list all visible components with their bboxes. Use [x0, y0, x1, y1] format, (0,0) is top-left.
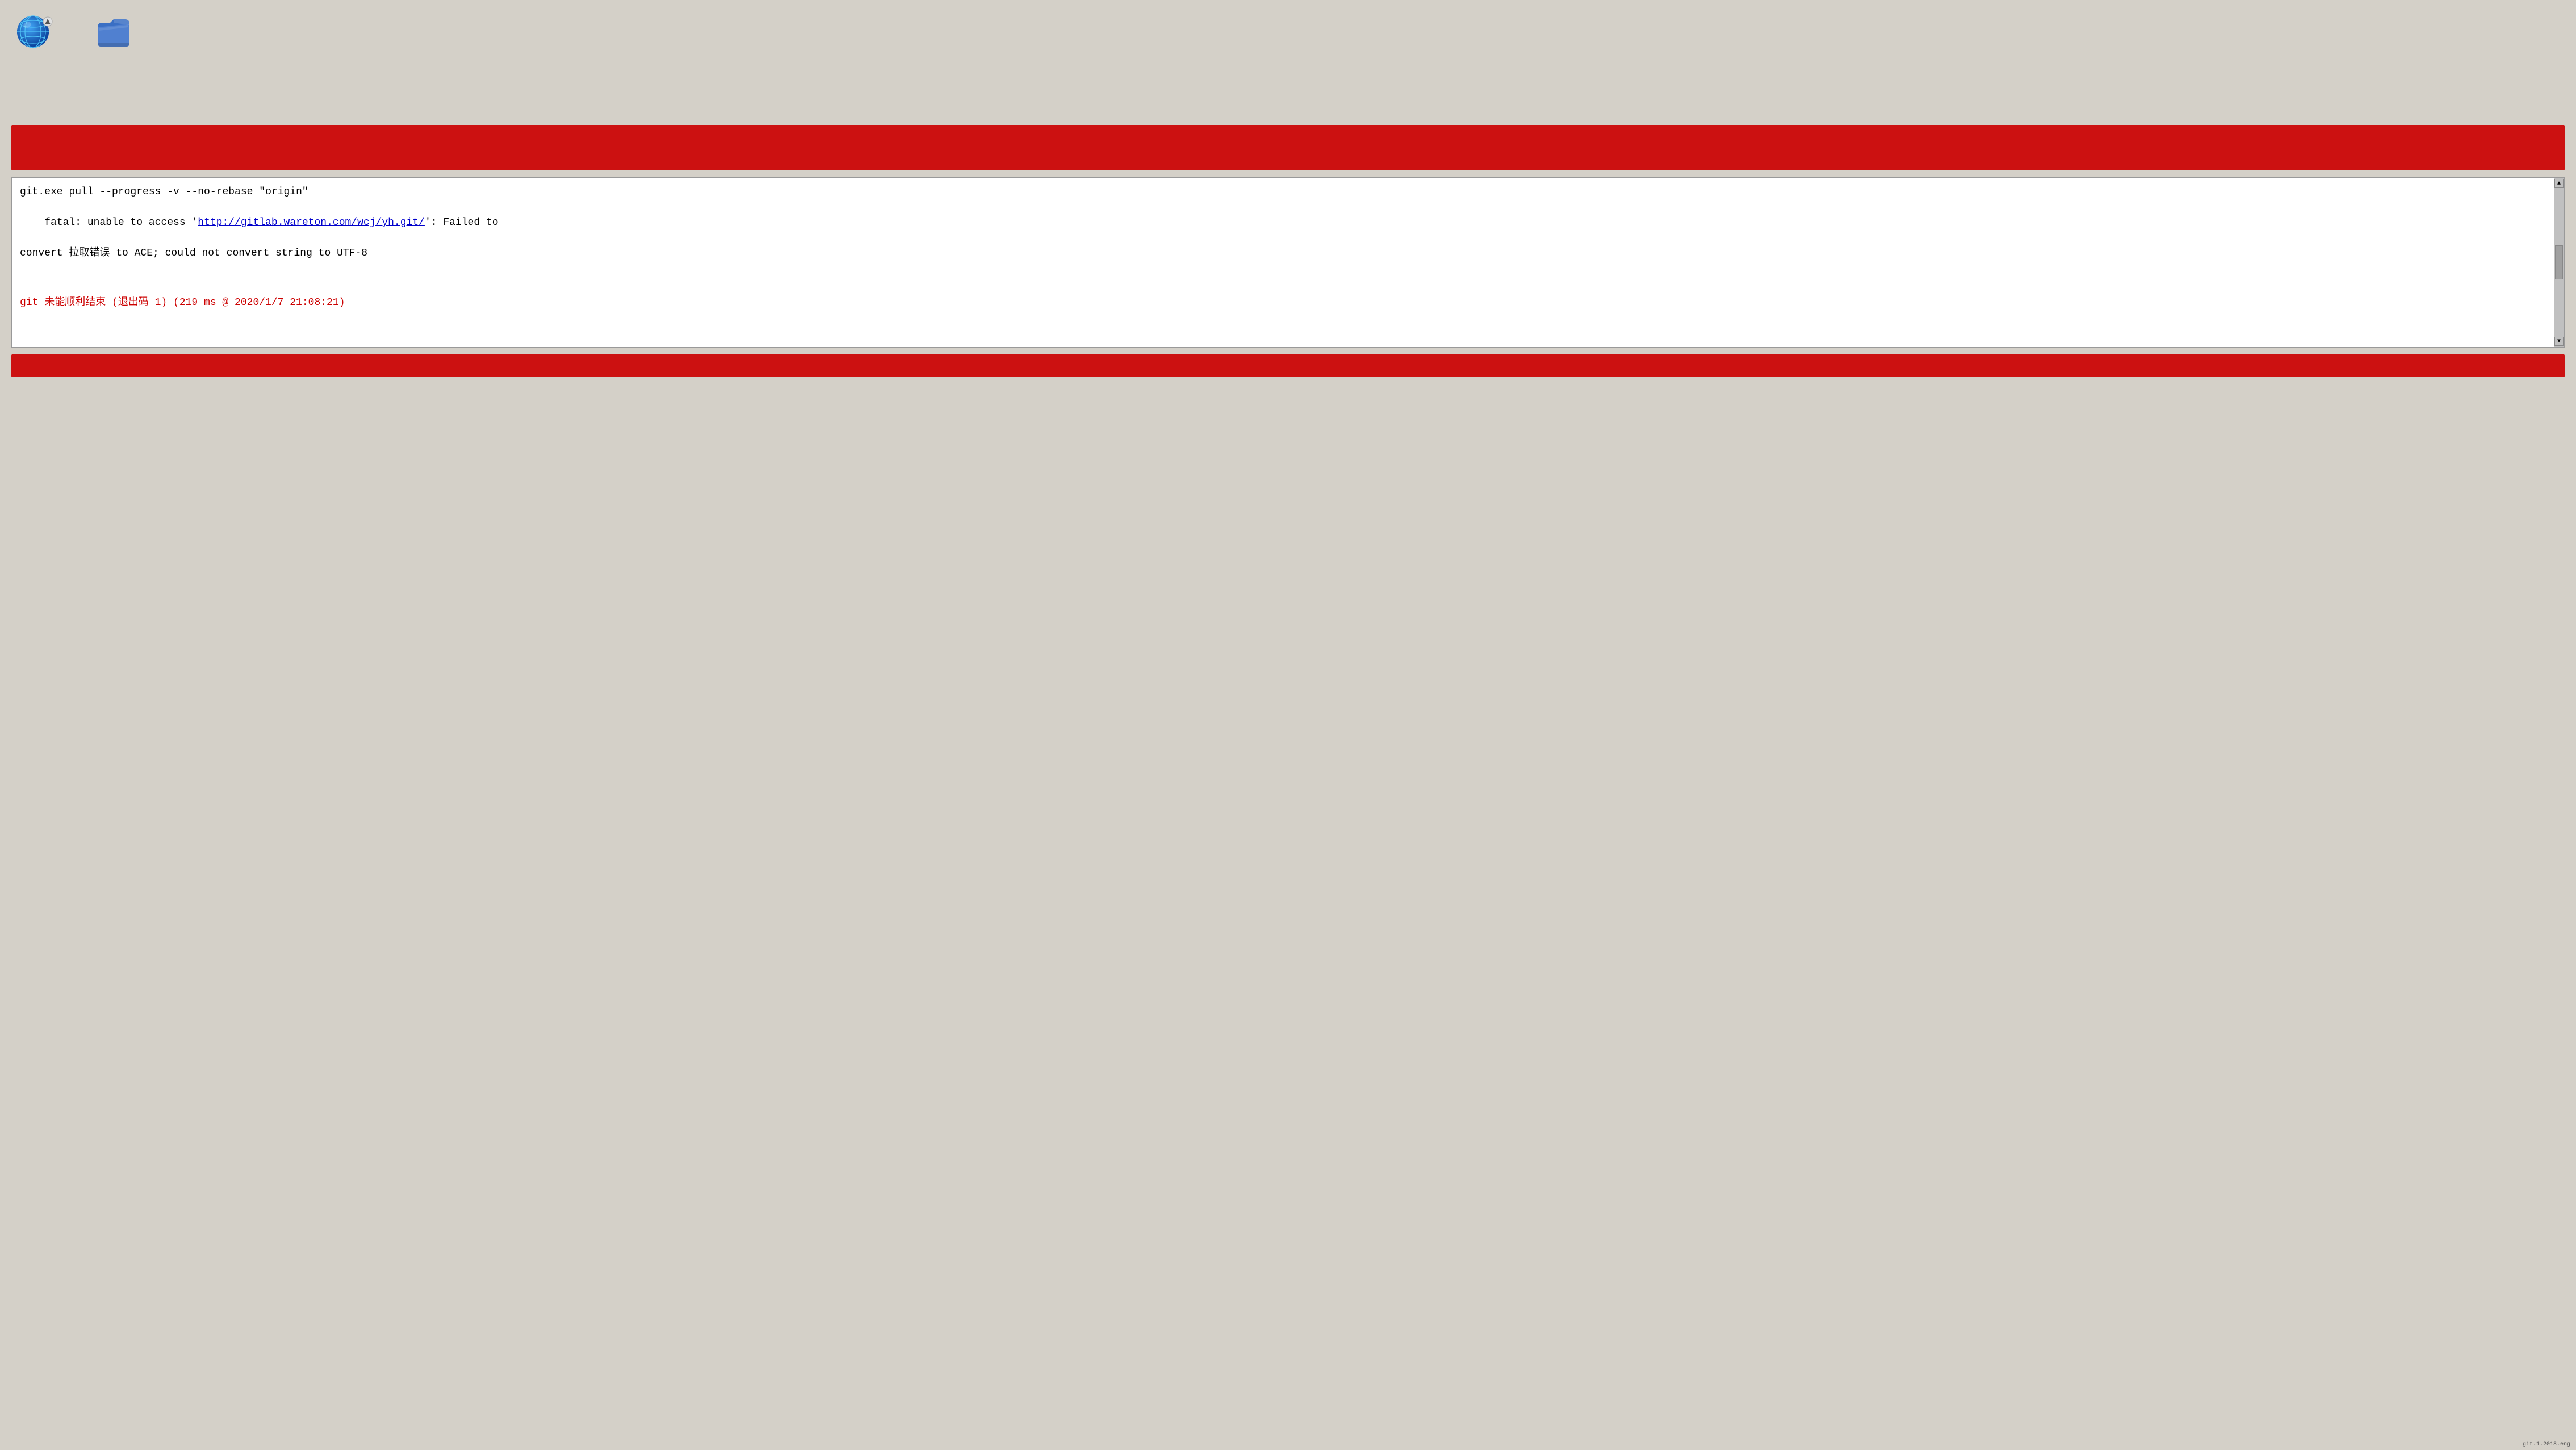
- output-panel: git.exe pull --progress -v --no-rebase "…: [11, 177, 2565, 348]
- scroll-down-arrow[interactable]: ▼: [2554, 337, 2564, 346]
- output-line2-suffix: ': Failed to: [425, 217, 499, 228]
- scrollbar[interactable]: ▲ ▼: [2554, 178, 2564, 347]
- red-banner: [11, 125, 2565, 170]
- scroll-up-arrow[interactable]: ▲: [2554, 179, 2564, 188]
- bottom-strip: [11, 354, 2565, 377]
- desktop-area: [0, 0, 2576, 125]
- output-line2-prefix: fatal: unable to access ': [44, 217, 198, 228]
- output-line2: fatal: unable to access 'http://gitlab.w…: [20, 200, 2556, 246]
- output-line1: git.exe pull --progress -v --no-rebase "…: [20, 185, 2556, 200]
- scrollbar-thumb[interactable]: [2555, 245, 2563, 279]
- output-error-line: git 未能顺利结束 (退出码 1) (219 ms @ 2020/1/7 21…: [20, 295, 2556, 311]
- output-line3: convert 拉取错误 to ACE; could not convert s…: [20, 246, 2556, 261]
- folder-desktop-icon[interactable]: [91, 11, 136, 52]
- status-bar: git.1.2018.eng: [2517, 1439, 2576, 1450]
- output-link[interactable]: http://gitlab.wareton.com/wcj/yh.git/: [198, 217, 425, 228]
- folder-icon: [93, 11, 134, 52]
- globe-icon: [14, 11, 55, 52]
- globe-desktop-icon[interactable]: [11, 11, 57, 52]
- status-text: git.1.2018.eng: [2523, 1441, 2570, 1448]
